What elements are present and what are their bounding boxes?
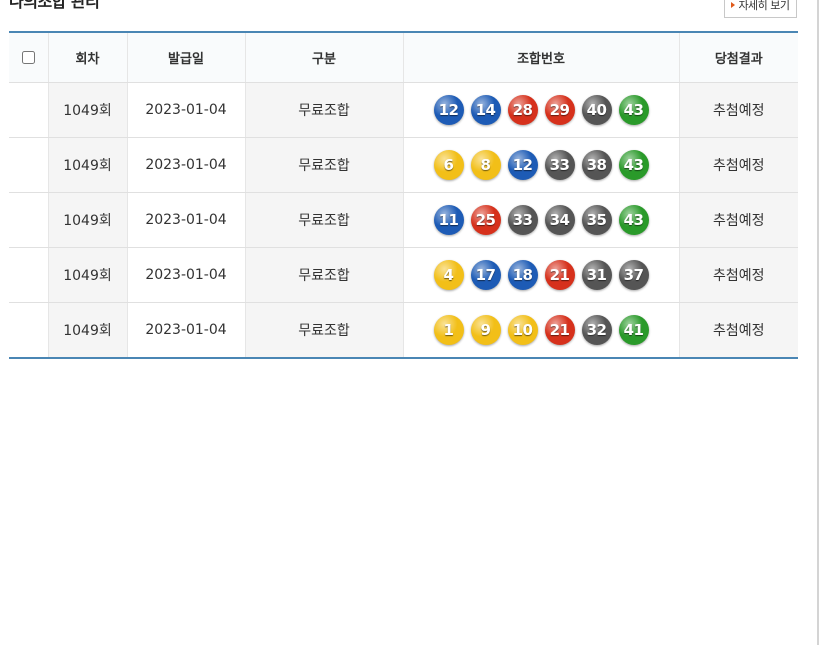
- row-select-cell: [9, 192, 48, 248]
- lotto-ball: 34: [544, 205, 575, 235]
- lotto-ball: 33: [544, 150, 575, 180]
- detail-view-label: 자세히 보기: [738, 0, 790, 12]
- lotto-ball: 33: [507, 205, 538, 235]
- lotto-ball: 28: [507, 95, 538, 125]
- type-cell: 무료조합: [244, 247, 403, 303]
- table-row: 1049회 2023-01-04 무료조합 11 25 33 34 35 43 …: [9, 192, 798, 248]
- table-header-row: 회차 발급일 구분 조합번호 당첨결과: [9, 32, 798, 83]
- numbers-cell: 11 25 33 34 35 43: [402, 192, 679, 248]
- lotto-ball: 32: [581, 315, 612, 345]
- lotto-numbers: 6 8 12 33 38 43: [433, 150, 649, 180]
- lotto-ball: 43: [618, 95, 649, 125]
- round-cell: 1049회: [47, 192, 127, 248]
- lotto-ball: 11: [433, 205, 464, 235]
- lotto-ball: 8: [470, 150, 501, 180]
- numbers-cell: 4 17 18 21 31 37: [402, 247, 679, 303]
- lotto-ball: 18: [507, 260, 538, 290]
- detail-view-button[interactable]: 자세히 보기: [724, 0, 797, 18]
- lotto-ball: 40: [581, 95, 612, 125]
- row-select-cell: [9, 247, 48, 303]
- lotto-ball: 12: [507, 150, 538, 180]
- lotto-ball: 6: [433, 150, 464, 180]
- arrow-right-icon: [731, 2, 736, 8]
- select-all-checkbox[interactable]: [21, 51, 35, 64]
- lotto-ball: 43: [618, 205, 649, 235]
- lotto-ball: 29: [544, 95, 575, 125]
- result-cell: 추첨예정: [678, 192, 798, 248]
- date-cell: 2023-01-04: [126, 192, 245, 248]
- date-cell: 2023-01-04: [126, 82, 245, 138]
- row-select-cell: [9, 303, 48, 359]
- lotto-ball: 10: [507, 315, 538, 345]
- lotto-ball: 17: [470, 260, 501, 290]
- lotto-ball: 38: [581, 150, 612, 180]
- numbers-cell: 1 9 10 21 32 41: [402, 302, 679, 358]
- round-cell: 1049회: [47, 137, 127, 193]
- lotto-ball: 31: [581, 260, 612, 290]
- round-cell: 1049회: [47, 302, 127, 358]
- row-select-cell: [9, 82, 48, 138]
- lotto-numbers: 1 9 10 21 32 41: [433, 315, 649, 345]
- lotto-numbers: 4 17 18 21 31 37: [433, 260, 649, 290]
- lotto-ball: 43: [618, 150, 649, 180]
- lotto-ball: 21: [544, 315, 575, 345]
- column-header-numbers: 조합번호: [402, 32, 679, 83]
- lotto-ball: 37: [618, 260, 649, 290]
- lotto-ball: 35: [581, 205, 612, 235]
- lotto-ball: 41: [618, 315, 649, 345]
- column-header-result: 당첨결과: [678, 32, 798, 83]
- scrollbar-track[interactable]: [817, 0, 819, 645]
- type-cell: 무료조합: [244, 302, 403, 358]
- combination-table: 회차 발급일 구분 조합번호 당첨결과 1049회 2023-01-04 무료조…: [9, 31, 798, 359]
- page: 나의조합 관리 자세히 보기 회차 발급일 구분 조합번호 당첨결과 1049회…: [0, 0, 820, 645]
- numbers-cell: 6 8 12 33 38 43: [402, 137, 679, 193]
- column-header-date: 발급일: [126, 32, 245, 83]
- type-cell: 무료조합: [244, 192, 403, 248]
- lotto-ball: 4: [433, 260, 464, 290]
- table-row: 1049회 2023-01-04 무료조합 6 8 12 33 38 43 추첨…: [9, 137, 798, 193]
- table-row: 1049회 2023-01-04 무료조합 1 9 10 21 32 41 추첨…: [9, 302, 798, 359]
- lotto-ball: 1: [433, 315, 464, 345]
- page-title: 나의조합 관리: [9, 0, 100, 11]
- column-header-type: 구분: [244, 32, 403, 83]
- lotto-ball: 25: [470, 205, 501, 235]
- table-row: 1049회 2023-01-04 무료조합 12 14 28 29 40 43 …: [9, 82, 798, 138]
- result-cell: 추첨예정: [678, 302, 798, 358]
- numbers-cell: 12 14 28 29 40 43: [402, 82, 679, 138]
- select-all-header: [9, 32, 48, 83]
- lotto-ball: 12: [433, 95, 464, 125]
- date-cell: 2023-01-04: [126, 137, 245, 193]
- lotto-ball: 21: [544, 260, 575, 290]
- type-cell: 무료조합: [244, 82, 403, 138]
- lotto-numbers: 12 14 28 29 40 43: [433, 95, 649, 125]
- round-cell: 1049회: [47, 247, 127, 303]
- result-cell: 추첨예정: [678, 82, 798, 138]
- result-cell: 추첨예정: [678, 137, 798, 193]
- lotto-numbers: 11 25 33 34 35 43: [433, 205, 649, 235]
- column-header-round: 회차: [47, 32, 127, 83]
- type-cell: 무료조합: [244, 137, 403, 193]
- lotto-ball: 14: [470, 95, 501, 125]
- row-select-cell: [9, 137, 48, 193]
- date-cell: 2023-01-04: [126, 302, 245, 358]
- lotto-ball: 9: [470, 315, 501, 345]
- date-cell: 2023-01-04: [126, 247, 245, 303]
- table-row: 1049회 2023-01-04 무료조합 4 17 18 21 31 37 추…: [9, 247, 798, 303]
- result-cell: 추첨예정: [678, 247, 798, 303]
- round-cell: 1049회: [47, 82, 127, 138]
